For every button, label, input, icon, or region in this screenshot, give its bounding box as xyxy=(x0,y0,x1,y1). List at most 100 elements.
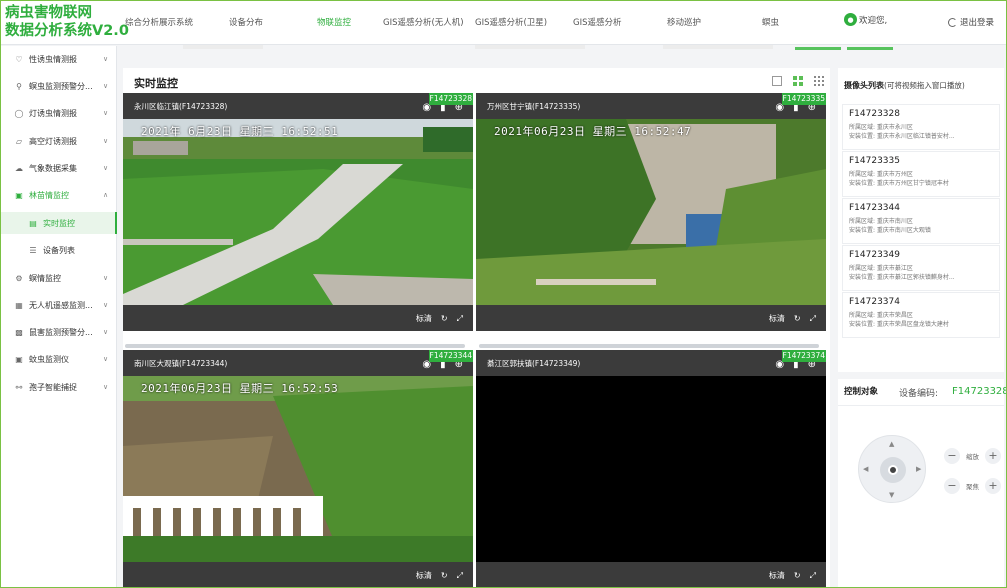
sidebar-item-borer-warning[interactable]: ⚲ 螟虫监测预警分... ∨ xyxy=(1,75,117,97)
nav-item-device-distribution[interactable]: 设备分布 xyxy=(229,16,263,28)
branch-icon: ⚯ xyxy=(15,382,23,392)
power-icon xyxy=(948,17,957,27)
scrollbar[interactable] xyxy=(125,344,465,348)
app-logo: 病虫害物联网 数据分析系统V2.0 xyxy=(5,4,129,40)
focus-minus-button[interactable]: − xyxy=(944,478,960,494)
watermark-logo-icon xyxy=(15,559,35,580)
joystick-center[interactable] xyxy=(888,465,898,475)
control-title: 控制对象 xyxy=(844,387,879,397)
ptz-joystick[interactable]: ▲ ▼ ◀ ▶ xyxy=(858,435,926,503)
sidebar-item-weather[interactable]: ☁ 气象数据采集 ∨ xyxy=(1,157,117,179)
arrow-up-icon[interactable]: ▲ xyxy=(889,440,894,448)
video-osd-1: 2021年 6月23日 星期三 16:52:51 xyxy=(141,125,339,138)
camera-list-item[interactable]: F14723374 所属区域: 重庆市荣昌区 安装位置: 重庆市荣昌区盘龙镇大建… xyxy=(842,292,1000,338)
nav-item-gis-satellite[interactable]: GIS遥感分析(卫星) xyxy=(475,16,547,28)
sidebar-item-device-list[interactable]: ☰ 设备列表 xyxy=(1,239,117,261)
video-player-4[interactable]: 綦江区郭扶镇(F14723349) ◉ ▮ ⊕ F14723374 标清 ↻ ⤢ xyxy=(476,350,826,587)
zoom-control: − 缩放 + xyxy=(944,446,1004,466)
layout-four-icon[interactable] xyxy=(793,76,803,86)
device-id-badge-3: F14723344 xyxy=(428,350,473,362)
sidebar-item-mosquito-monitor[interactable]: ▣ 蚊虫监测仪 ∨ xyxy=(1,348,117,370)
sidebar-item-realtime-monitor[interactable]: ▤ 实时监控 xyxy=(1,212,117,234)
camera-list-item[interactable]: F14723328 所属区域: 重庆市永川区 安装位置: 重庆市永川区临江镇普安… xyxy=(842,104,1000,150)
sidebar-item-sex-lure[interactable]: ♡ 性诱虫情测报 ∨ xyxy=(1,48,117,70)
quality-toggle-1[interactable]: 标清 xyxy=(416,313,432,324)
refresh-icon[interactable]: ↻ xyxy=(794,314,801,323)
quality-toggle-3[interactable]: 标清 xyxy=(416,570,432,581)
nav-item-mobile-patrol[interactable]: 移动巡护 xyxy=(667,16,701,28)
chevron-down-icon: ∨ xyxy=(103,55,109,63)
fullscreen-icon[interactable]: ⤢ xyxy=(810,571,816,581)
layout-single-icon[interactable] xyxy=(772,76,782,86)
welcome-user: ● 欢迎您, xyxy=(844,13,887,26)
sub-toolbar-strip xyxy=(119,45,1004,53)
chevron-down-icon: ∨ xyxy=(103,109,109,117)
chevron-down-icon: ∨ xyxy=(103,301,109,309)
layout-switcher xyxy=(772,76,824,86)
nav-item-iot-monitoring[interactable]: 物联监控 xyxy=(317,16,351,28)
chevron-down-icon: ∨ xyxy=(103,164,109,172)
arrow-down-icon[interactable]: ▼ xyxy=(889,491,894,499)
sidebar-item-spore-capture[interactable]: ⚯ 孢子智能捕捉 ∨ xyxy=(1,376,117,398)
device-id-badge-1: F14723328 xyxy=(428,93,473,105)
chevron-up-icon: ∧ xyxy=(103,191,109,199)
watermark: 大数跨境 xyxy=(15,557,107,582)
welcome-text: 欢迎您, xyxy=(859,15,888,26)
device-id-badge-4: F14723374 xyxy=(781,350,826,362)
video-player-2[interactable]: 2021年06月23日 星期三 16:52:47 万州区甘宁镇(F1472333… xyxy=(476,93,826,331)
nav-item-overview[interactable]: 综合分析展示系统 xyxy=(125,16,193,28)
fullscreen-icon[interactable]: ⤢ xyxy=(457,314,463,324)
arrow-left-icon[interactable]: ◀ xyxy=(863,465,868,473)
pin-icon: ⚲ xyxy=(16,81,22,91)
avatar[interactable]: ● xyxy=(844,13,857,26)
arrow-right-icon[interactable]: ▶ xyxy=(916,465,921,473)
video-title-4: 綦江区郭扶镇(F14723349) xyxy=(487,359,581,368)
quality-toggle-4[interactable]: 标清 xyxy=(769,570,785,581)
sidebar-item-drone-remote[interactable]: ▦ 无人机遥感监测... ∨ xyxy=(1,294,117,316)
scrollbar[interactable] xyxy=(479,344,819,348)
heart-icon: ♡ xyxy=(15,54,23,64)
fullscreen-icon[interactable]: ⤢ xyxy=(810,314,816,324)
refresh-icon[interactable]: ↻ xyxy=(441,314,448,323)
camera-list-item[interactable]: F14723344 所属区域: 重庆市南川区 安装位置: 重庆市南川区大观镇 xyxy=(842,198,1000,244)
focus-plus-button[interactable]: + xyxy=(985,478,1001,494)
zoom-in-button[interactable]: + xyxy=(985,448,1001,464)
chevron-down-icon: ∨ xyxy=(103,82,109,90)
logout-button[interactable]: 退出登录 xyxy=(948,16,994,28)
nav-item-gis-drone[interactable]: GIS遥感分析(无人机) xyxy=(383,16,464,28)
fullscreen-icon[interactable]: ⤢ xyxy=(457,571,463,581)
video-player-3[interactable]: 2021年06月23日 星期三 16:52:53 南川区大观镇(F1472334… xyxy=(123,350,473,587)
bulb-icon: ◯ xyxy=(14,108,24,118)
video-player-1[interactable]: 2021年 6月23日 星期三 16:52:51 永川区临江镇(F1472332… xyxy=(123,93,473,331)
refresh-icon[interactable]: ↻ xyxy=(794,571,801,580)
zoom-out-button[interactable]: − xyxy=(944,448,960,464)
sidebar-item-light-lure[interactable]: ◯ 灯诱虫情测报 ∨ xyxy=(1,102,117,124)
sidebar-item-borer-monitor[interactable]: ⚙ 螟情监控 ∨ xyxy=(1,267,117,289)
camera-list-title: 摄像头列表(可将视频拖入窗口播放) xyxy=(844,81,965,90)
video-osd-3: 2021年06月23日 星期三 16:52:53 xyxy=(141,382,339,395)
video-title-3: 南川区大观镇(F14723344) xyxy=(134,359,228,368)
chevron-down-icon: ∨ xyxy=(103,328,109,336)
chevron-down-icon: ∨ xyxy=(103,355,109,363)
chevron-down-icon: ∨ xyxy=(103,383,109,391)
logout-label: 退出登录 xyxy=(960,18,995,28)
monitor-icon: ▤ xyxy=(29,218,37,228)
layout-nine-icon[interactable] xyxy=(814,76,824,86)
box-icon: ▣ xyxy=(15,354,23,364)
video-osd-2: 2021年06月23日 星期三 16:52:47 xyxy=(494,125,692,138)
camera-list-hint: (可将视频拖入窗口播放) xyxy=(884,81,965,90)
cloud-icon: ☁ xyxy=(15,163,23,173)
camera-list-item[interactable]: F14723349 所属区域: 重庆市綦江区 安装位置: 重庆市綦江区郭扶镇麒身… xyxy=(842,245,1000,291)
gear-icon: ⚙ xyxy=(15,273,23,283)
folder-icon: ▣ xyxy=(15,190,23,200)
nav-item-borer[interactable]: 螟虫 xyxy=(762,16,779,28)
app-title-line1: 病虫害物联网 xyxy=(5,5,92,21)
camera-list-item[interactable]: F14723335 所属区域: 重庆市万州区 安装位置: 重庆市万州区甘宁镇冠丰… xyxy=(842,151,1000,197)
nav-item-gis[interactable]: GIS遥感分析 xyxy=(573,16,622,28)
video-feed-3 xyxy=(123,376,473,562)
sidebar-item-rodent-warning[interactable]: ▩ 鼠害监测预警分... ∨ xyxy=(1,321,117,343)
refresh-icon[interactable]: ↻ xyxy=(441,571,448,580)
sidebar-item-seedling-monitor[interactable]: ▣ 林苗情监控 ∧ xyxy=(1,184,117,206)
sidebar-item-high-altitude-lamp[interactable]: ▱ 高空灯诱测报 ∨ xyxy=(1,130,117,152)
quality-toggle-2[interactable]: 标清 xyxy=(769,313,785,324)
